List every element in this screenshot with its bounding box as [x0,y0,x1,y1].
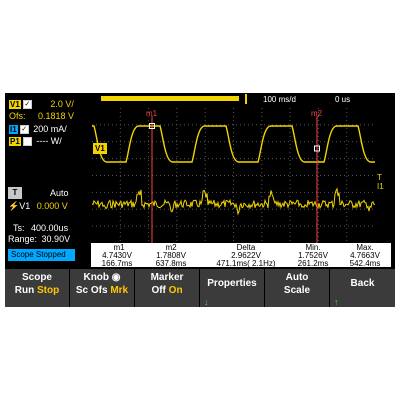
softkey-title: Scope [21,272,52,283]
range-value: 30.90V [41,234,71,244]
ts-value: 400.00us [31,223,69,233]
on-option: On [168,285,183,296]
p1-badge: P1 [9,137,21,146]
meas-m1-time: 166.7ms [101,259,133,268]
waveform-svg: m1 m2 [92,108,375,243]
softkey-title: Back [350,278,375,289]
marker-1-label: m1 [146,109,158,118]
marker-measurements-table: m1 m2 Delta Min. Max. 4.7430V 1.7808V 2.… [91,243,391,268]
trigger-badge: T [8,187,22,199]
auto-scale-button[interactable]: Auto Scale [265,269,330,307]
offset-label: Ofs: [9,111,26,121]
channel-i1-row[interactable]: I1 ✓ 200 mA/ [9,124,67,135]
scale-option: Sc [75,285,89,296]
meas-m2-time: 637.8ms [155,259,187,268]
timebase-readout[interactable]: 100 ms/d [263,95,296,104]
submenu-arrow-icon: ↓ [204,297,209,307]
meas-max-time: 542.4ms [349,259,381,268]
ts-label: Ts: [13,223,25,233]
run-option: Run [14,285,35,296]
trigger-level: 0.000 V [36,201,68,211]
stop-option: Stop [37,285,60,296]
trigger-level-row[interactable]: ⚡V1 0.000 V [8,201,68,212]
marker-option: Mrk [110,285,129,296]
i1-checkbox[interactable]: ✓ [19,125,29,135]
softkey-title: Auto [285,272,309,283]
range-label: Range: [8,234,38,244]
trigger-mode: Auto [50,188,69,198]
i1-scale: 200 mA/ [33,124,67,134]
v1-offset-row[interactable]: Ofs: 0.1818 V [9,111,74,121]
trigger-edge-label: T [377,173,382,182]
knob-mode-button[interactable]: Knob ◉ Sc Ofs Mrk [70,269,135,307]
p1-checkbox[interactable] [22,137,32,147]
trigger-source: V1 [19,201,31,211]
p1-scale: ---- W/ [36,136,62,146]
trigger-settings[interactable]: T Auto [8,187,88,199]
status-badge: Scope Stopped [8,249,75,261]
right-edge-labels: T I1 [377,173,384,191]
i1-badge: I1 [9,125,18,134]
delay-readout[interactable]: 0 us [335,95,350,104]
sample-time-row: Ts: 400.00us [13,223,68,233]
off-option: Off [151,285,166,296]
softkey-subtitle: Scale [283,285,311,296]
v1-offset-value: 0.1818 V [38,111,75,121]
v1-scale: 2.0 V/ [50,99,74,109]
channel-v1-row[interactable]: V1 ✓ 2.0 V/ [9,99,74,110]
back-button[interactable]: Back ↑ [330,269,395,307]
softkey-title: Marker [150,272,184,283]
meas-delta-time: 471.1ms( 2.1Hz) [216,259,276,268]
scope-run-stop-button[interactable]: Scope Run Stop [5,269,70,307]
trigger-position-marker [245,94,247,104]
rising-edge-icon: ⚡ [8,201,20,211]
properties-button[interactable]: Properties ↓ [200,269,265,307]
knob-icon: ◉ [111,272,121,283]
meas-min-time: 261.2ms [297,259,329,268]
trace-label-v1: V1 [93,143,107,154]
softkey-title: Properties [207,278,257,289]
acquisition-buffer-bar [101,96,239,101]
offset-option: Ofs [90,285,108,296]
waveform-plot[interactable]: m1 m2 [92,108,375,243]
softkey-bar: Scope Run Stop Knob ◉ Sc Ofs Mrk Marker … [5,269,395,307]
marker-2-label: m2 [311,109,323,118]
scope-screen: 100 ms/d 0 us V1 ✓ 2.0 V/ Ofs: 0.1818 V I… [5,93,395,307]
v1-checkbox[interactable]: ✓ [22,100,32,110]
range-row: Range: 30.90V [8,234,70,244]
back-arrow-icon: ↑ [334,297,339,307]
marker-toggle-button[interactable]: Marker Off On [135,269,200,307]
channel-p1-row[interactable]: P1 ---- W/ [9,136,62,147]
i1-edge-label: I1 [377,182,384,191]
softkey-title: Knob [83,272,110,283]
v1-badge: V1 [9,100,21,109]
